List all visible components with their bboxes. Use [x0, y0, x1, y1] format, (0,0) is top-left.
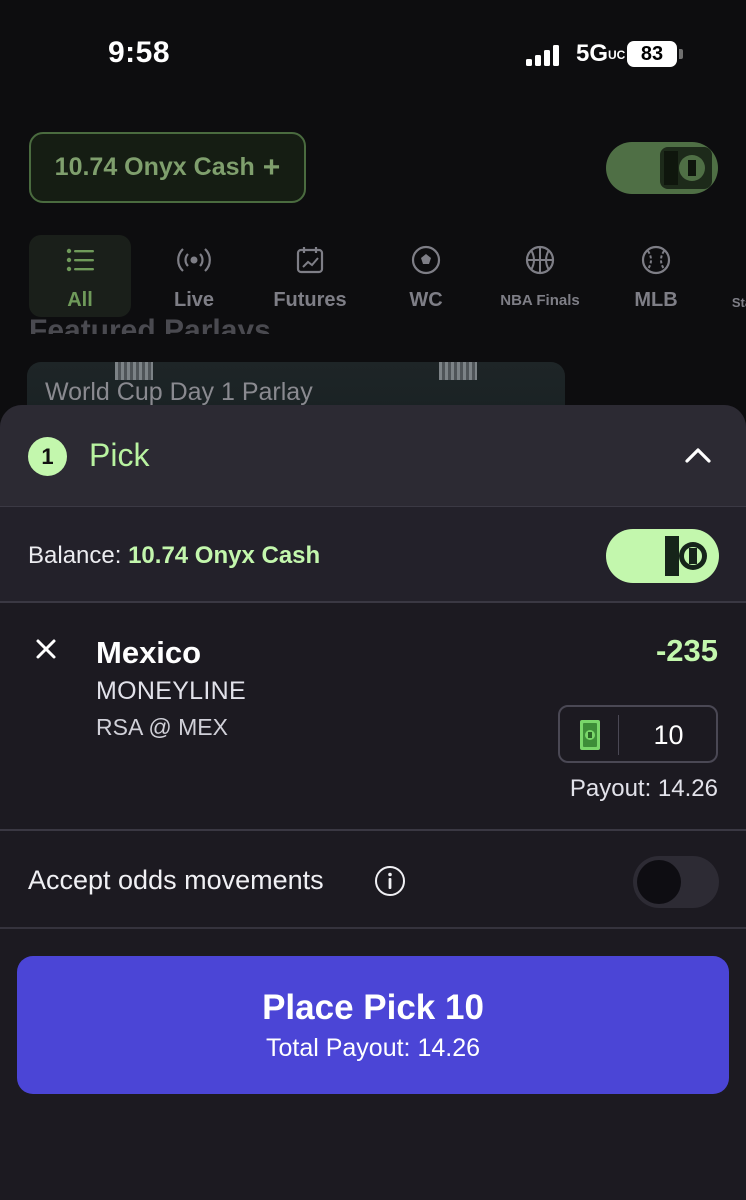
- pick-event: RSA @ MEX: [96, 714, 228, 740]
- close-icon[interactable]: [34, 637, 58, 661]
- tab-more[interactable]: Sta: [722, 235, 746, 317]
- stake-input[interactable]: 10: [558, 705, 718, 763]
- stadium-light: [439, 362, 477, 380]
- tab-label: WC: [409, 289, 443, 311]
- basketball-icon: [525, 245, 555, 275]
- pick-row: Mexico MONEYLINE RSA @ MEX -235 10 Payou…: [0, 603, 746, 831]
- onyx-cash-label: 10.74 Onyx Cash: [54, 153, 255, 181]
- balance-label: Balance:: [28, 542, 122, 569]
- onyx-logo-icon: [664, 151, 705, 185]
- tab-wc[interactable]: WC: [376, 235, 476, 317]
- cash-mode-toggle-background[interactable]: [606, 142, 718, 194]
- tab-label: NBA Finals: [500, 292, 580, 309]
- pick-payout: Payout: 14.26: [569, 775, 718, 802]
- tab-label: MLB: [634, 289, 678, 311]
- network-type: 5G: [576, 40, 609, 67]
- tab-all[interactable]: All: [29, 235, 131, 317]
- total-payout: Total Payout: 14.26: [265, 1033, 481, 1062]
- place-pick-label: Place Pick 10: [262, 987, 484, 1027]
- network-suffix: UC: [608, 48, 626, 62]
- list-icon: [66, 248, 94, 272]
- tab-label: Futures: [273, 289, 347, 311]
- tab-futures[interactable]: Futures: [260, 235, 360, 317]
- featured-parlays-title: Featured Parlays: [29, 314, 271, 334]
- bet-slip-header[interactable]: 1 Pick: [0, 405, 746, 507]
- tab-label: Sta: [731, 295, 746, 310]
- toggle-knob: [661, 534, 713, 578]
- balance-value: 10.74 Onyx Cash: [128, 542, 321, 569]
- plus-icon: +: [262, 150, 281, 184]
- signal-strength-icon: [526, 44, 560, 66]
- balance-text: Balance: 10.74 Onyx Cash: [28, 542, 320, 570]
- pick-count-badge: 1: [28, 437, 67, 476]
- soccer-ball-icon: [411, 245, 441, 275]
- tab-more-icon: [725, 243, 746, 277]
- balance-row: Balance: 10.74 Onyx Cash: [0, 507, 746, 603]
- featured-card-title: World Cup Day 1 Parlay: [45, 378, 313, 406]
- onyx-logo-icon: [665, 536, 707, 576]
- chevron-up-icon[interactable]: [683, 441, 713, 471]
- onyx-cash-button[interactable]: 10.74 Onyx Cash +: [29, 132, 306, 203]
- battery-tip: [679, 49, 683, 59]
- cash-mode-toggle[interactable]: [606, 529, 719, 583]
- pick-market: MONEYLINE: [96, 677, 246, 705]
- tab-live[interactable]: Live: [144, 235, 244, 317]
- stake-value[interactable]: 10: [619, 707, 718, 763]
- info-icon[interactable]: [374, 865, 406, 897]
- bet-slip-sheet: 1 Pick Balance: 10.74 Onyx Cash Mexico M…: [0, 405, 746, 1200]
- place-pick-button[interactable]: Place Pick 10 Total Payout: 14.26: [17, 956, 729, 1094]
- accept-odds-row: Accept odds movements: [0, 833, 746, 929]
- background-app: 10.74 Onyx Cash + All Live Futures WC NB…: [0, 110, 746, 412]
- status-time: 9:58: [108, 36, 171, 69]
- status-bar: 9:58 5GUC 83: [0, 0, 746, 110]
- bet-slip-title: Pick: [89, 437, 150, 473]
- calendar-chart-icon: [296, 247, 324, 274]
- cash-bill-icon: [580, 720, 600, 750]
- accept-odds-label: Accept odds movements: [28, 865, 324, 895]
- tab-nba-finals[interactable]: NBA Finals: [490, 235, 590, 317]
- pick-odds: -235: [655, 633, 718, 668]
- toggle-knob: [660, 147, 712, 189]
- baseball-icon: [641, 245, 671, 275]
- network-indicator: 5GUC: [576, 40, 625, 68]
- toggle-knob: [637, 860, 681, 904]
- battery-icon: 83: [627, 41, 677, 67]
- tab-mlb[interactable]: MLB: [606, 235, 706, 317]
- broadcast-icon: [177, 248, 211, 272]
- accept-odds-toggle[interactable]: [633, 856, 719, 908]
- pick-team: Mexico: [96, 635, 202, 670]
